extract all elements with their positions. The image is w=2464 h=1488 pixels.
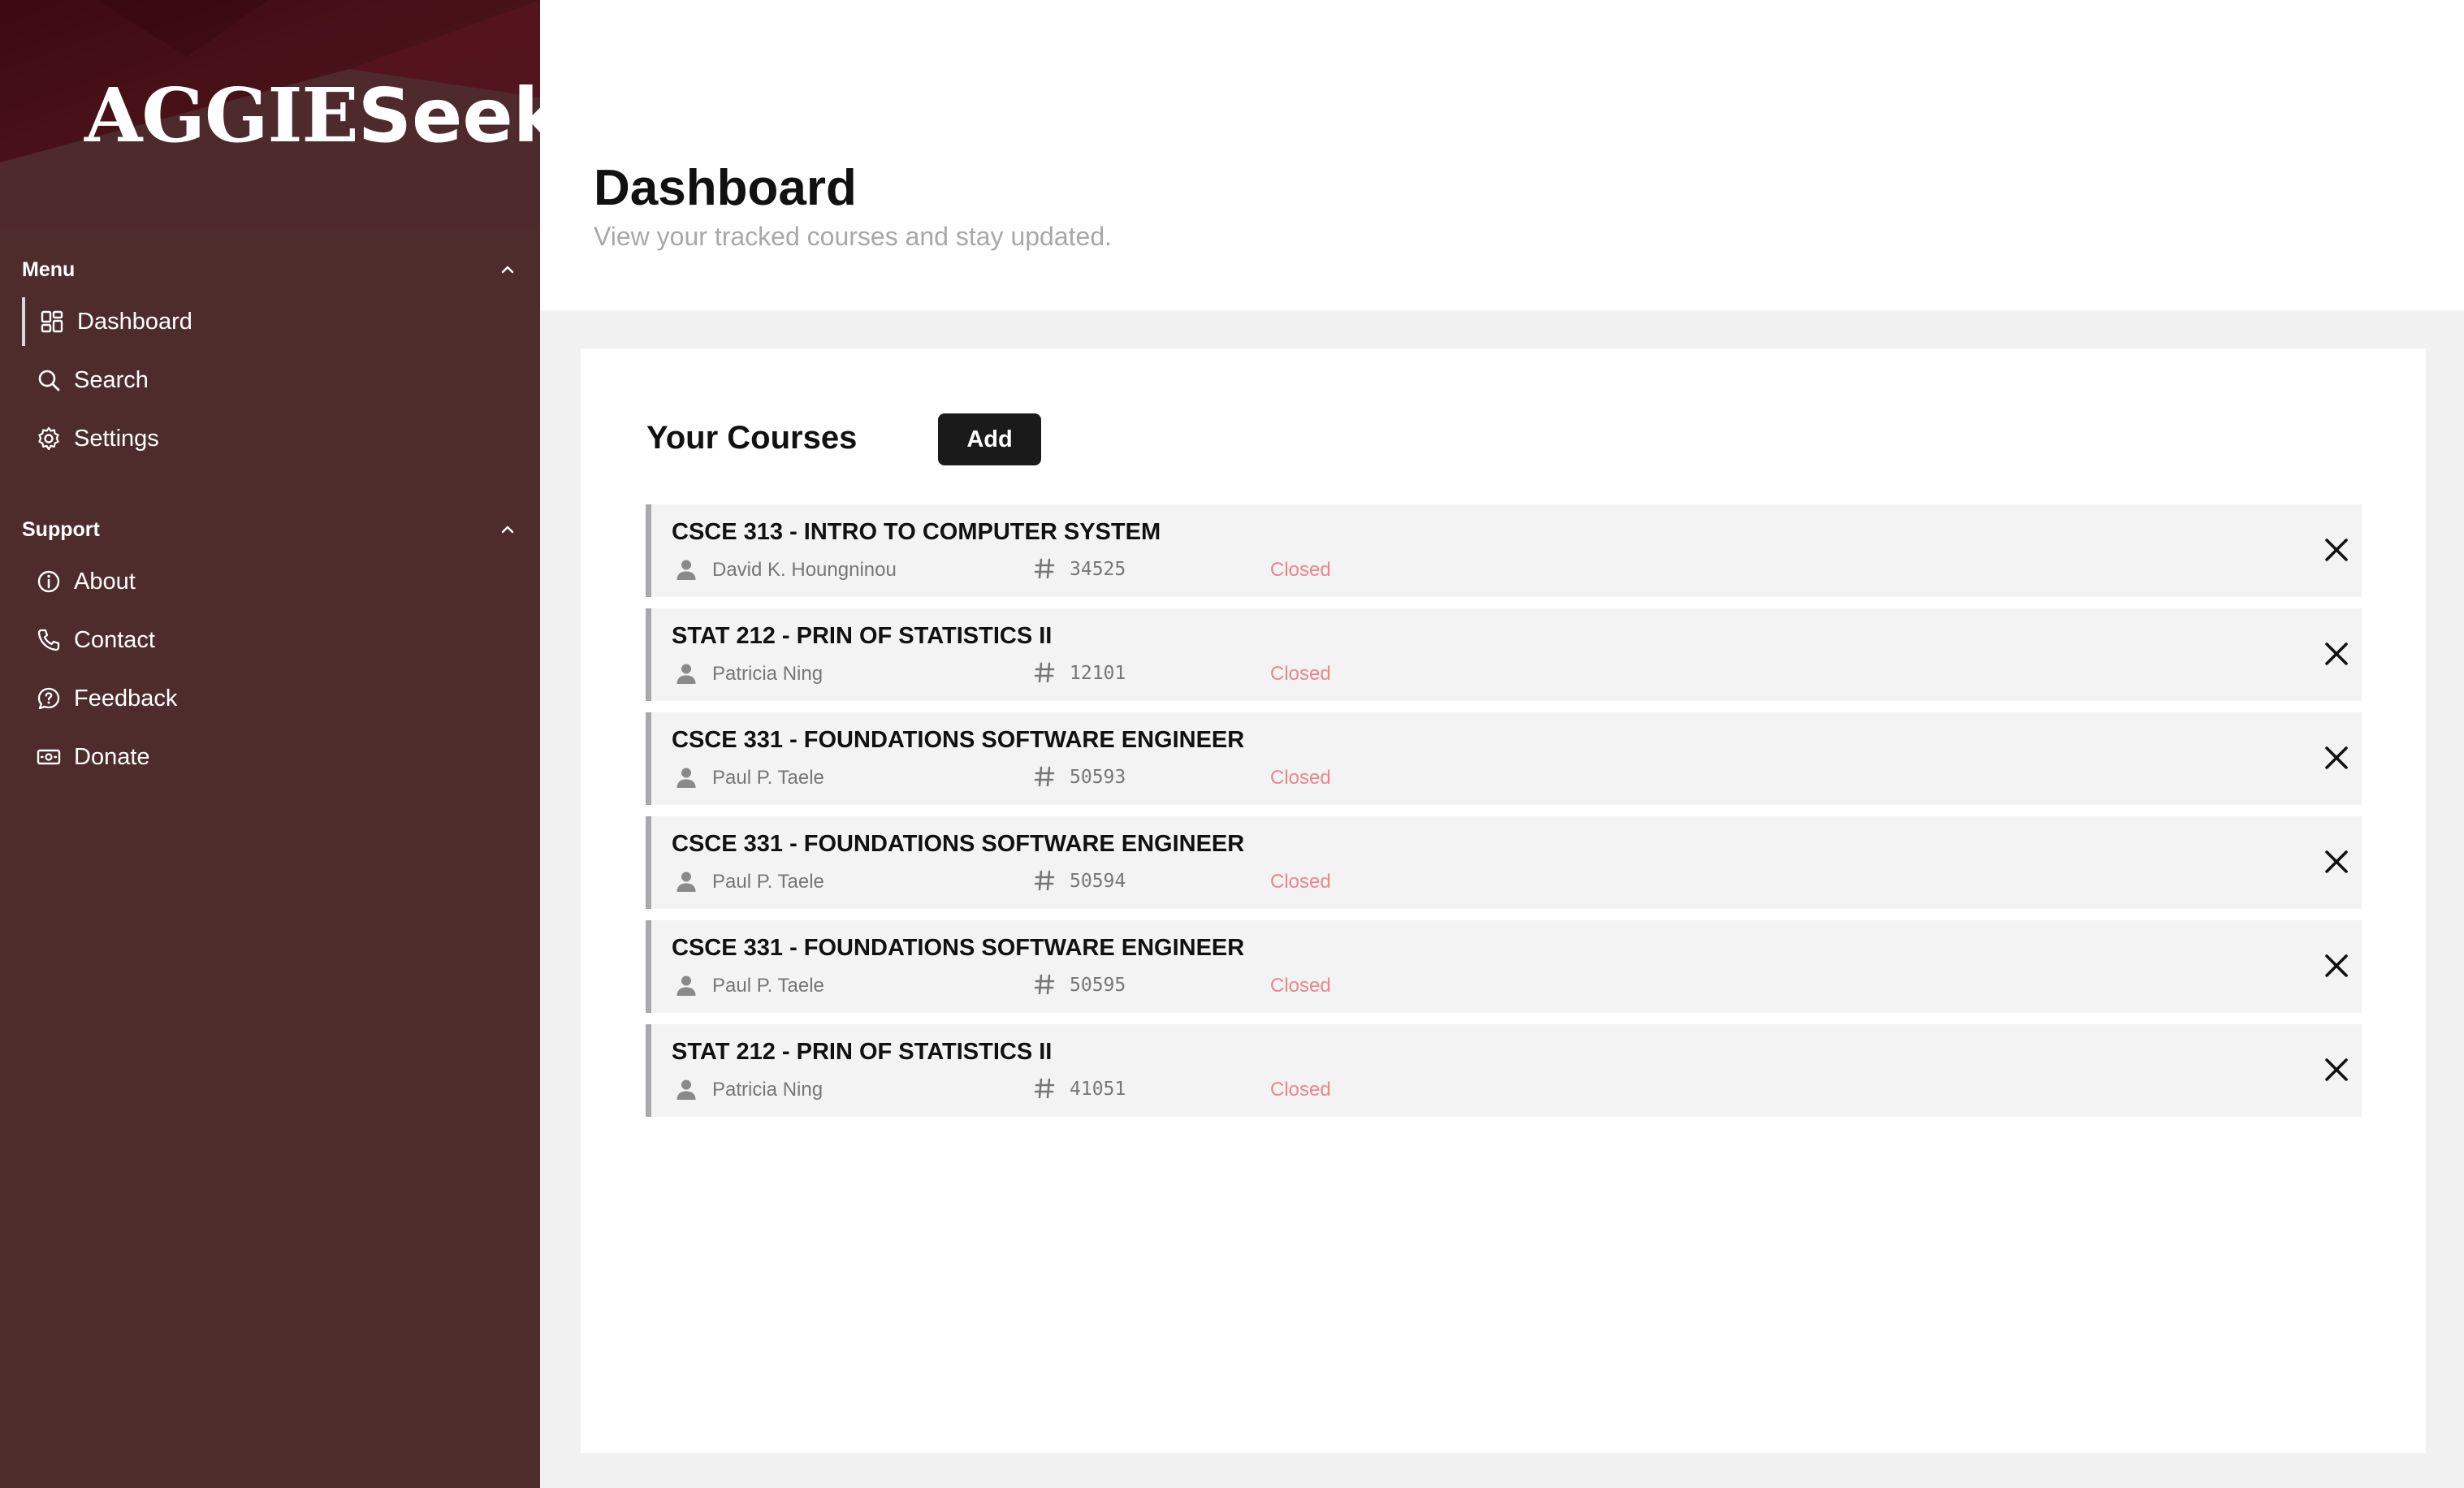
chevron-up-icon — [501, 526, 514, 534]
sidebar-item-label: Search — [74, 366, 149, 393]
feedback-icon — [37, 687, 60, 710]
course-name: CSCE 331 - FOUNDATIONS SOFTWARE ENGINEER — [672, 727, 1245, 753]
money-icon — [37, 749, 61, 765]
menu-section-header[interactable]: Menu — [22, 253, 517, 286]
gear-icon — [38, 426, 59, 451]
course-crn: 12101 — [1070, 663, 1126, 684]
close-icon[interactable] — [2320, 534, 2353, 566]
brand-header: AGGIESeek — [0, 0, 540, 231]
course-name: CSCE 331 - FOUNDATIONS SOFTWARE ENGINEER — [672, 935, 1245, 961]
menu-section-title: Menu — [22, 257, 76, 281]
sidebar-item-settings[interactable]: Settings — [22, 414, 509, 463]
courses-card-title: Your Courses — [646, 420, 858, 456]
sidebar-item-label: About — [74, 568, 136, 595]
support-section-title: Support — [22, 517, 100, 541]
sidebar: AGGIESeek Menu Dashboard Search Settings… — [0, 0, 540, 1488]
course-status: Closed — [1270, 975, 1331, 997]
course-instructor: Patricia Ning — [712, 1079, 823, 1101]
course-crn: 41051 — [1070, 1079, 1126, 1100]
close-icon[interactable] — [2320, 949, 2353, 982]
course-instructor: Paul P. Taele — [712, 871, 824, 893]
course-name: CSCE 313 - INTRO TO COMPUTER SYSTEM — [672, 519, 1161, 545]
course-row[interactable]: CSCE 331 - FOUNDATIONS SOFTWARE ENGINEER… — [646, 920, 2362, 1013]
course-row[interactable]: CSCE 331 - FOUNDATIONS SOFTWARE ENGINEER… — [646, 816, 2362, 909]
app: AGGIESeek Menu Dashboard Search Settings… — [0, 0, 2464, 1488]
course-crn: 34525 — [1070, 559, 1126, 580]
sidebar-item-label: Donate — [74, 743, 150, 770]
page-title: Dashboard — [594, 160, 857, 216]
chevron-up-icon — [501, 266, 514, 274]
hash-icon — [1034, 662, 1055, 683]
sidebar-item-label: Feedback — [74, 685, 178, 712]
course-name: STAT 212 - PRIN OF STATISTICS II — [672, 623, 1053, 649]
person-icon — [677, 975, 696, 996]
close-icon[interactable] — [2320, 1053, 2353, 1086]
sidebar-item-label: Settings — [74, 425, 159, 452]
dashboard-icon — [41, 310, 63, 333]
person-icon — [677, 664, 696, 684]
phone-icon — [37, 629, 60, 651]
course-row[interactable]: STAT 212 - PRIN OF STATISTICS II Patrici… — [646, 1024, 2362, 1117]
info-icon — [37, 570, 60, 593]
hash-icon — [1034, 870, 1055, 891]
close-icon[interactable] — [2320, 846, 2353, 878]
sidebar-item-label: Dashboard — [77, 308, 192, 335]
sidebar-item-contact[interactable]: Contact — [22, 616, 509, 664]
support-section-header[interactable]: Support — [22, 513, 517, 546]
sidebar-item-label: Contact — [74, 626, 155, 653]
hash-icon — [1034, 1078, 1055, 1099]
logo-prefix: AGGIE — [84, 71, 359, 159]
sidebar-item-about[interactable]: About — [22, 557, 509, 606]
course-instructor: Patricia Ning — [712, 663, 823, 685]
course-instructor: David K. Houngninou — [712, 559, 897, 581]
page-subtitle: View your tracked courses and stay updat… — [594, 222, 1112, 251]
sidebar-item-dashboard[interactable]: Dashboard — [22, 297, 509, 346]
course-crn: 50595 — [1070, 975, 1126, 996]
close-icon[interactable] — [2320, 742, 2353, 774]
person-icon — [677, 1079, 696, 1100]
close-icon[interactable] — [2320, 638, 2353, 670]
logo-suffix: Seek — [357, 72, 540, 159]
hash-icon — [1034, 974, 1055, 995]
sidebar-item-donate[interactable]: Donate — [22, 733, 509, 781]
search-icon — [38, 370, 60, 391]
course-status: Closed — [1270, 871, 1331, 893]
add-course-button[interactable]: Add — [938, 413, 1041, 465]
app-logo[interactable]: AGGIESeek — [84, 71, 540, 159]
course-status: Closed — [1270, 663, 1331, 685]
course-name: STAT 212 - PRIN OF STATISTICS II — [672, 1039, 1053, 1065]
course-name: CSCE 331 - FOUNDATIONS SOFTWARE ENGINEER — [672, 831, 1245, 857]
person-icon — [677, 768, 696, 788]
sidebar-item-search[interactable]: Search — [22, 356, 509, 404]
course-row[interactable]: CSCE 331 - FOUNDATIONS SOFTWARE ENGINEER… — [646, 712, 2362, 805]
hash-icon — [1034, 766, 1055, 787]
courses-card: Your Courses Add CSCE 313 - INTRO TO COM… — [581, 348, 2426, 1453]
course-status: Closed — [1270, 559, 1331, 581]
person-icon — [677, 560, 696, 580]
course-crn: 50593 — [1070, 767, 1126, 788]
page-header: Dashboard View your tracked courses and … — [540, 0, 2464, 310]
course-crn: 50594 — [1070, 871, 1126, 892]
person-icon — [677, 872, 696, 892]
course-status: Closed — [1270, 1079, 1331, 1101]
course-instructor: Paul P. Taele — [712, 767, 824, 789]
sidebar-item-feedback[interactable]: Feedback — [22, 674, 509, 723]
course-row[interactable]: CSCE 313 - INTRO TO COMPUTER SYSTEM Davi… — [646, 504, 2362, 597]
course-status: Closed — [1270, 767, 1331, 789]
course-row[interactable]: STAT 212 - PRIN OF STATISTICS II Patrici… — [646, 608, 2362, 701]
course-instructor: Paul P. Taele — [712, 975, 824, 997]
hash-icon — [1034, 558, 1055, 579]
